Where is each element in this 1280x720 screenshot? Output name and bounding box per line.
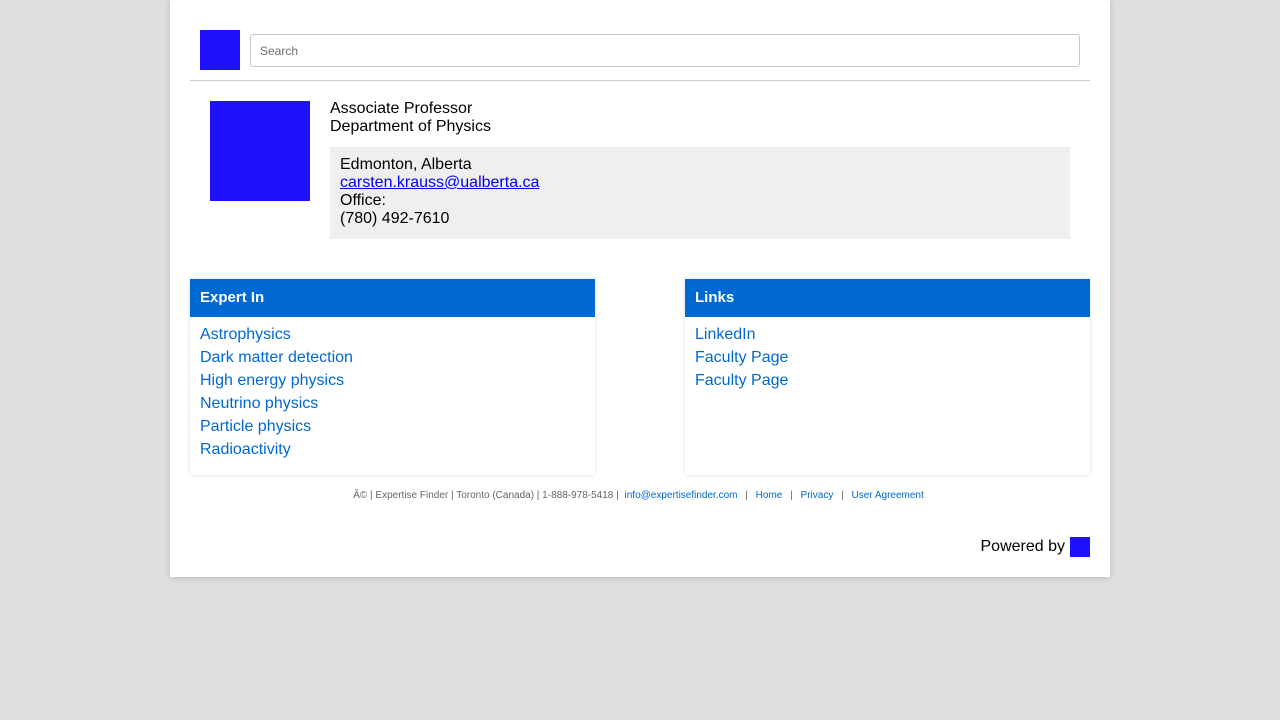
profile-location: Edmonton, Alberta bbox=[340, 156, 472, 173]
footer: Â© | Expertise Finder | Toronto (Canada)… bbox=[170, 490, 1110, 501]
links-panel: Links LinkedIn Faculty Page Faculty Page bbox=[685, 279, 1090, 475]
footer-home-link[interactable]: Home bbox=[756, 490, 783, 501]
footer-text: Â© | Expertise Finder | Toronto (Canada)… bbox=[353, 490, 619, 501]
expert-in-list: Astrophysics Dark matter detection High … bbox=[190, 317, 595, 461]
link-faculty-page-2[interactable]: Faculty Page bbox=[695, 369, 1080, 392]
expert-item-particle-physics[interactable]: Particle physics bbox=[200, 415, 585, 438]
profile-photo bbox=[210, 101, 310, 201]
page-container: Associate Professor Department of Physic… bbox=[170, 0, 1110, 577]
office-label: Office: bbox=[340, 192, 386, 209]
expert-item-high-energy-physics[interactable]: High energy physics bbox=[200, 369, 585, 392]
search-input[interactable] bbox=[250, 34, 1080, 67]
expert-in-panel: Expert In Astrophysics Dark matter detec… bbox=[190, 279, 595, 475]
contact-box: Edmonton, Alberta carsten.krauss@ualbert… bbox=[330, 147, 1070, 239]
expert-item-dark-matter-detection[interactable]: Dark matter detection bbox=[200, 346, 585, 369]
powered-by: Powered by bbox=[980, 537, 1090, 557]
footer-privacy-link[interactable]: Privacy bbox=[801, 490, 834, 501]
expert-item-astrophysics[interactable]: Astrophysics bbox=[200, 323, 585, 346]
expert-item-neutrino-physics[interactable]: Neutrino physics bbox=[200, 392, 585, 415]
footer-separator: | bbox=[841, 490, 844, 501]
logo[interactable] bbox=[200, 30, 240, 70]
header bbox=[190, 0, 1090, 81]
footer-separator: | bbox=[790, 490, 793, 501]
links-list: LinkedIn Faculty Page Faculty Page bbox=[685, 317, 1090, 392]
profile-phone: (780) 492-7610 bbox=[340, 210, 450, 227]
link-faculty-page[interactable]: Faculty Page bbox=[695, 346, 1080, 369]
link-linkedin[interactable]: LinkedIn bbox=[695, 323, 1080, 346]
expert-in-heading: Expert In bbox=[190, 279, 595, 317]
footer-user-agreement-link[interactable]: User Agreement bbox=[852, 490, 924, 501]
profile-title: Associate Professor bbox=[330, 100, 473, 117]
expert-item-radioactivity[interactable]: Radioactivity bbox=[200, 438, 585, 461]
footer-email-link[interactable]: info@expertisefinder.com bbox=[625, 490, 738, 501]
powered-by-logo[interactable] bbox=[1070, 537, 1090, 557]
links-heading: Links bbox=[685, 279, 1090, 317]
footer-separator: | bbox=[745, 490, 748, 501]
profile-department: Department of Physics bbox=[330, 118, 491, 135]
profile-info: Associate Professor Department of Physic… bbox=[330, 100, 1070, 239]
profile-email-link[interactable]: carsten.krauss@ualberta.ca bbox=[340, 174, 539, 191]
powered-by-label: Powered by bbox=[980, 538, 1066, 555]
